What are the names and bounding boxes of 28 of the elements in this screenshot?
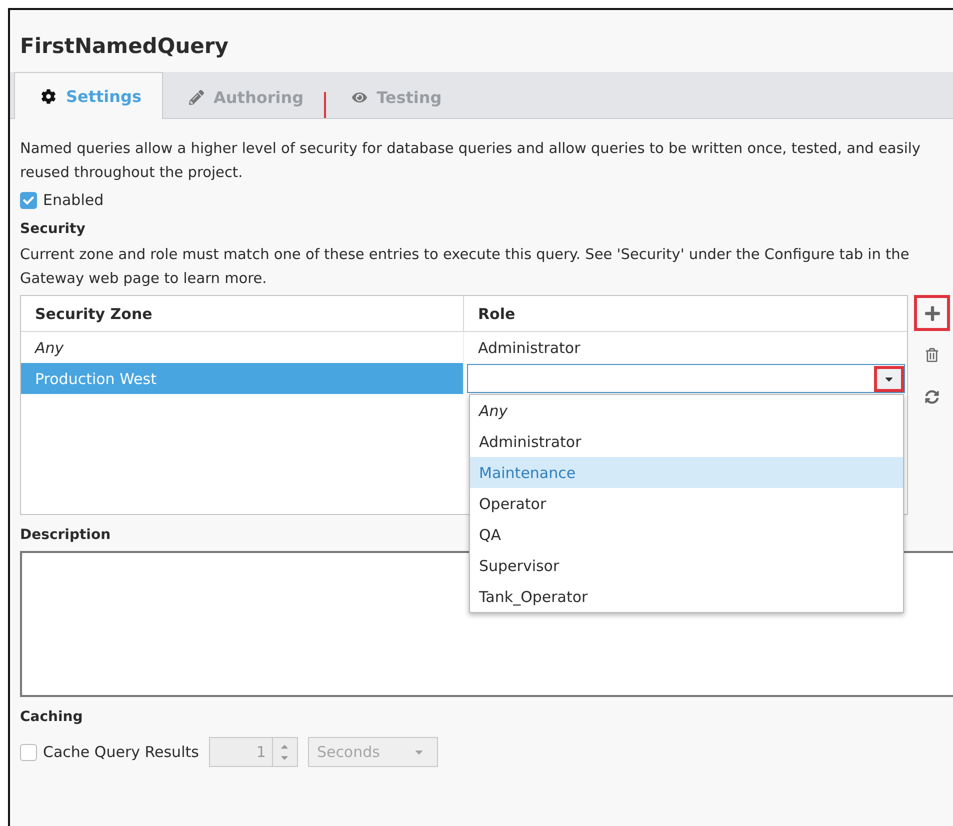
intro-text: Named queries allow a higher level of security for database queries and allow queries to be written once, tested, and easily reused throughout the project. [20, 140, 922, 183]
add-button[interactable] [914, 295, 950, 331]
role-option[interactable]: Tank_Operator [470, 581, 903, 612]
enabled-label: Enabled [43, 191, 104, 209]
column-header: Role [464, 296, 907, 332]
column-header: Security Zone [21, 296, 464, 332]
role-cell-text: Administrator [477, 338, 582, 358]
role-option[interactable]: Supervisor [470, 550, 903, 581]
eye-icon [352, 90, 367, 104]
cache-label: Cache Query Results [43, 743, 199, 761]
query-title: FirstNamedQuery [19, 33, 230, 60]
pencil-icon [188, 90, 204, 104]
security-note: Current zone and role must match one of these entries to execute this query. See 'Security' under the Configure tab in the Gateway web page to learn more. [20, 246, 910, 289]
role-option[interactable]: QA [470, 519, 903, 550]
caching-heading: Caching [20, 709, 83, 725]
settings-icon [41, 88, 56, 104]
trash-icon [925, 348, 939, 362]
role-option[interactable]: Administrator [470, 426, 903, 457]
security-heading: Security [20, 221, 86, 237]
refresh-icon [925, 390, 939, 404]
role-option[interactable]: Any [470, 395, 903, 426]
plus-icon [924, 304, 940, 322]
description-heading: Description [20, 527, 111, 543]
enabled-checkbox[interactable] [20, 192, 37, 208]
role-combo-field[interactable] [467, 364, 905, 393]
role-option[interactable]: Operator [470, 488, 903, 519]
dropdown-button[interactable] [874, 366, 904, 392]
check-icon [23, 194, 34, 206]
